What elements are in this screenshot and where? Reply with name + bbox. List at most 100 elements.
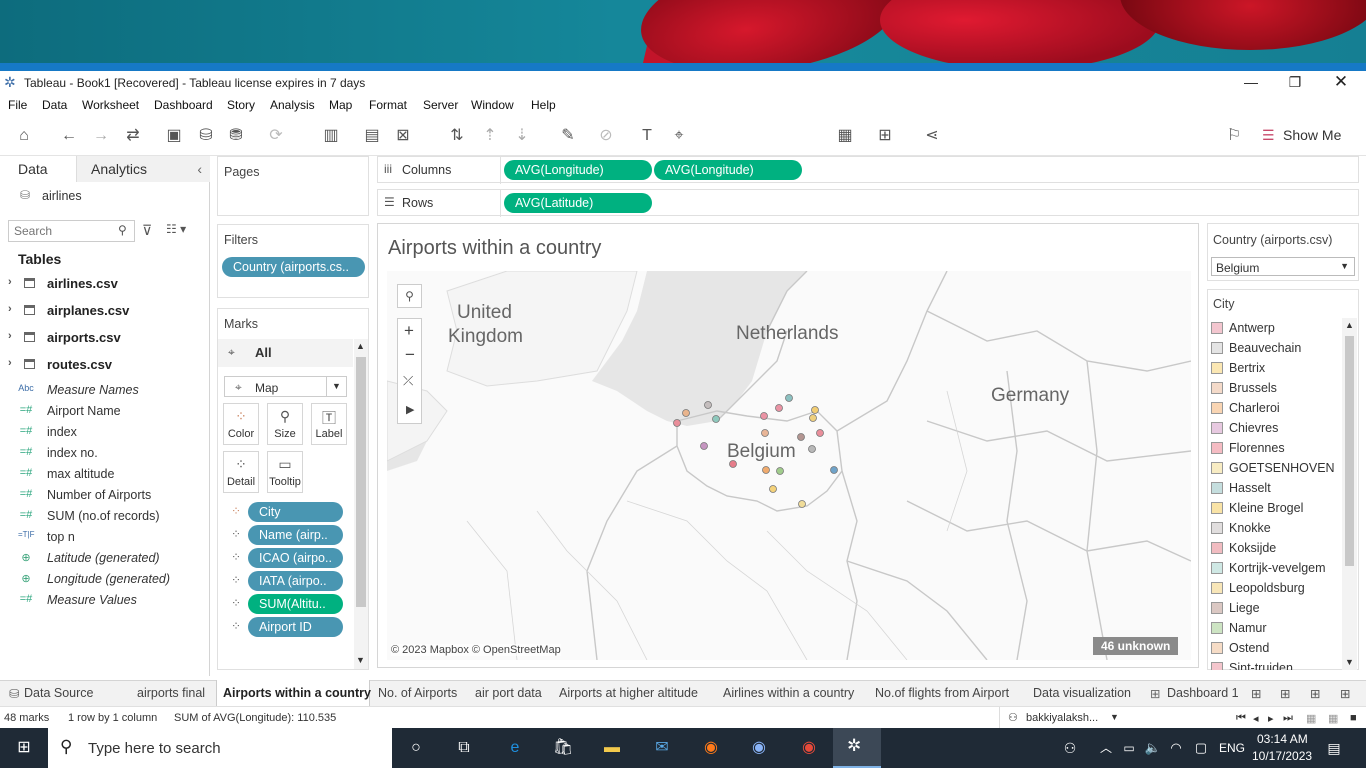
sheet-sorter-icon[interactable]: ▦ xyxy=(1306,712,1316,725)
tab-airports-within-country[interactable]: Airports within a country xyxy=(223,686,371,700)
field-search-input[interactable] xyxy=(8,220,135,242)
tab-airport-data[interactable]: air port data xyxy=(475,686,542,700)
legend-item[interactable]: Sint-truiden xyxy=(1211,658,1336,670)
first-page-icon[interactable]: ⏮ xyxy=(1236,712,1246,725)
legend-item[interactable]: Koksijde xyxy=(1211,538,1336,558)
new-story-icon[interactable]: ⊞ xyxy=(1310,686,1320,701)
presentation-mode-icon[interactable]: ▦ xyxy=(834,125,856,147)
volume-icon[interactable]: 🔈 xyxy=(1141,736,1165,760)
home-icon[interactable]: ⌂ xyxy=(13,125,35,147)
menu-worksheet[interactable]: Worksheet xyxy=(82,98,139,112)
duplicate-sheet-icon[interactable]: ▤ xyxy=(361,125,383,147)
clear-sheet-icon[interactable]: ⊠ xyxy=(392,125,414,147)
country-filter-dropdown[interactable]: Belgium ▼ xyxy=(1211,257,1355,276)
menu-server[interactable]: Server xyxy=(423,98,458,112)
view-options-icon[interactable]: ☷ ▾ xyxy=(166,222,186,236)
device-icon[interactable]: ▢ xyxy=(1189,736,1213,760)
restore-button[interactable]: ❐ xyxy=(1272,73,1318,93)
chrome-icon[interactable]: ◉ xyxy=(797,736,821,760)
highlight-icon[interactable]: ✎ xyxy=(557,125,579,147)
legend-item[interactable]: GOETSENHOVEN xyxy=(1211,458,1336,478)
legend-item[interactable]: Ostend xyxy=(1211,638,1336,658)
legend-item[interactable]: Charleroi xyxy=(1211,398,1336,418)
menu-analysis[interactable]: Analysis xyxy=(270,98,315,112)
legend-item[interactable]: Knokke xyxy=(1211,518,1336,538)
menu-data[interactable]: Data xyxy=(42,98,67,112)
refresh-icon[interactable]: ⟳ xyxy=(265,125,287,147)
format-painter-icon[interactable]: ⚐ xyxy=(1223,125,1245,147)
language-indicator[interactable]: ENG xyxy=(1219,741,1245,755)
windows-start-icon[interactable]: ⊞ xyxy=(12,736,36,760)
tab-flights-from-airport[interactable]: No.of flights from Airport xyxy=(875,686,1009,700)
legend-item[interactable]: Kleine Brogel xyxy=(1211,498,1336,518)
legend-item[interactable]: Florennes xyxy=(1211,438,1336,458)
store-icon[interactable]: 🛍 xyxy=(551,736,575,760)
tab-airlines-within-country[interactable]: Airlines within a country xyxy=(723,686,854,700)
filter-funnel-icon[interactable]: ⊽ xyxy=(142,222,152,239)
menu-help[interactable]: Help xyxy=(531,98,556,112)
collapse-chevron-icon[interactable]: ‹ xyxy=(197,156,202,182)
filter-pill-country[interactable]: Country (airports.cs.. xyxy=(222,257,365,277)
next-page-icon[interactable]: ▸ xyxy=(1268,712,1274,725)
legend-item[interactable]: Antwerp xyxy=(1211,318,1336,338)
tab-dashboard-1[interactable]: Dashboard 1 xyxy=(1167,686,1239,700)
rows-pill-latitude[interactable]: AVG(Latitude) xyxy=(504,193,652,213)
new-story-alt-icon[interactable]: ⊞ xyxy=(1340,686,1350,701)
swap-rows-columns-icon[interactable]: ⇅ xyxy=(446,125,468,147)
show-me-button[interactable]: Show Me xyxy=(1283,127,1341,143)
share-icon[interactable]: ⋖ xyxy=(921,125,943,147)
redo-icon[interactable]: → xyxy=(90,125,112,147)
tab-no-of-airports[interactable]: No. of Airports xyxy=(378,686,457,700)
pause-updates-icon[interactable]: ⛃ xyxy=(225,125,247,147)
new-datasource-icon[interactable]: ⛁ xyxy=(195,125,217,147)
wifi-icon[interactable]: ◠ xyxy=(1164,736,1188,760)
show-me-icon[interactable]: ☰ xyxy=(1262,127,1275,144)
sort-ascending-icon[interactable]: ⇡ xyxy=(479,125,501,147)
tab-data-visualization[interactable]: Data visualization xyxy=(1033,686,1131,700)
tabs-view-icon[interactable]: ■ xyxy=(1350,712,1357,724)
battery-icon[interactable]: ▭ xyxy=(1117,736,1141,760)
legend-item[interactable]: Brussels xyxy=(1211,378,1336,398)
clock-time[interactable]: 03:14 AM xyxy=(1257,732,1308,746)
undo-icon[interactable]: ← xyxy=(58,125,80,147)
legend-item[interactable]: Beauvechain xyxy=(1211,338,1336,358)
cortana-icon[interactable]: ○ xyxy=(404,736,428,760)
legend-item[interactable]: Chievres xyxy=(1211,418,1336,438)
menu-window[interactable]: Window xyxy=(471,98,514,112)
mail-icon[interactable]: ✉ xyxy=(650,736,674,760)
legend-item[interactable]: Liege xyxy=(1211,598,1336,618)
group-icon[interactable]: ⊘ xyxy=(595,125,617,147)
user-menu[interactable]: ⚇ bakkiyalaksh... ▼ xyxy=(999,707,1123,728)
edge-icon[interactable]: e xyxy=(503,736,527,760)
menu-file[interactable]: File xyxy=(8,98,27,112)
sort-descending-icon[interactable]: ⇣ xyxy=(511,125,533,147)
filmstrip-icon[interactable]: ▦ xyxy=(1328,712,1338,725)
menu-dashboard[interactable]: Dashboard xyxy=(154,98,213,112)
tray-chevron-icon[interactable]: ︿ xyxy=(1094,736,1118,760)
columns-pill-longitude-2[interactable]: AVG(Longitude) xyxy=(654,160,802,180)
swap-icon[interactable]: ⇄ xyxy=(122,125,144,147)
tab-data[interactable]: Data xyxy=(0,156,76,182)
menu-format[interactable]: Format xyxy=(369,98,407,112)
close-button[interactable]: ✕ xyxy=(1318,73,1364,93)
task-view-icon[interactable]: ⧉ xyxy=(452,736,476,760)
firefox-icon[interactable]: ◉ xyxy=(699,736,723,760)
tab-airports-higher-altitude[interactable]: Airports at higher altitude xyxy=(559,686,698,700)
tab-analytics[interactable]: Analytics ‹ xyxy=(76,156,210,182)
legend-item[interactable]: Kortrijk-vevelgem xyxy=(1211,558,1336,578)
prev-page-icon[interactable]: ◂ xyxy=(1253,712,1259,725)
notification-icon[interactable]: ▤ xyxy=(1322,736,1346,760)
menu-story[interactable]: Story xyxy=(227,98,255,112)
people-icon[interactable]: ⚇ xyxy=(1058,736,1082,760)
clock-date[interactable]: 10/17/2023 xyxy=(1252,749,1312,763)
file-explorer-icon[interactable]: ▬ xyxy=(600,736,624,760)
legend-item[interactable]: Hasselt xyxy=(1211,478,1336,498)
tableau-taskbar-item[interactable]: ✲ xyxy=(833,728,881,768)
last-page-icon[interactable]: ⏭ xyxy=(1283,712,1293,725)
taskbar-search-box[interactable]: ⚲ Type here to search xyxy=(48,728,392,768)
map-search-icon[interactable]: ⚲ xyxy=(397,284,422,308)
columns-pill-longitude-1[interactable]: AVG(Longitude) xyxy=(504,160,652,180)
legend-item[interactable]: Bertrix xyxy=(1211,358,1336,378)
menu-map[interactable]: Map xyxy=(329,98,352,112)
fix-axes-icon[interactable]: ⌖ xyxy=(668,125,690,147)
